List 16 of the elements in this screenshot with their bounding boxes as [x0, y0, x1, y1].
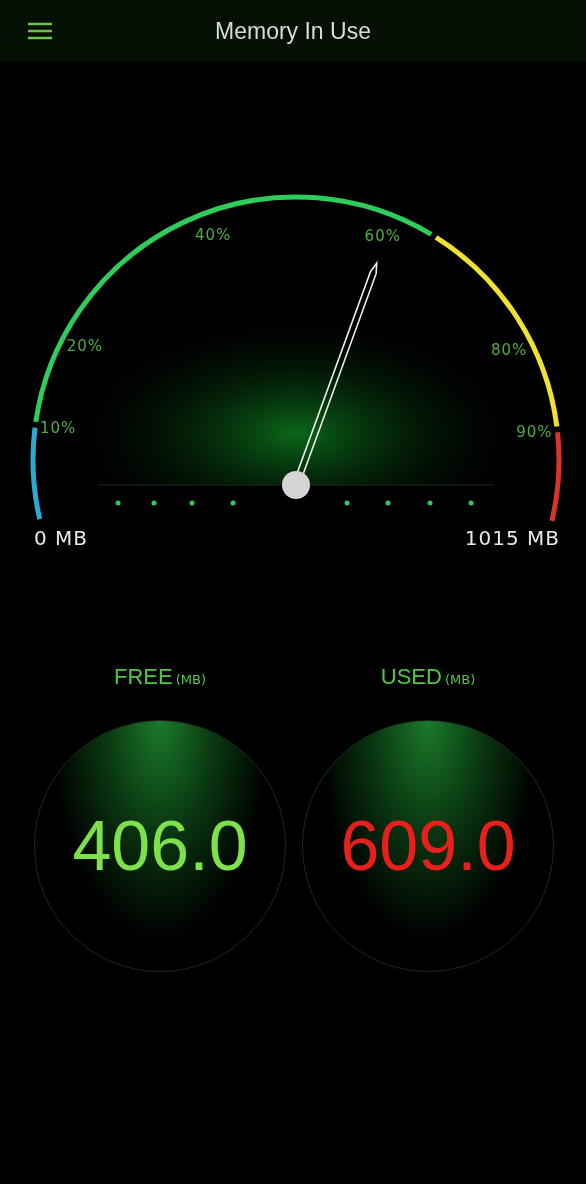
- stat-label: FREE: [114, 664, 173, 690]
- stat-value: 406.0: [72, 806, 248, 886]
- scale-label: 10%: [40, 418, 77, 437]
- scale-label: 60%: [364, 227, 401, 246]
- stat-label: USED: [380, 664, 442, 690]
- menu-icon[interactable]: [27, 22, 53, 40]
- stat-value: 609.0: [340, 806, 516, 886]
- unit-label: (MB): [175, 672, 206, 687]
- scale-label: 20%: [66, 336, 104, 355]
- screen-title: Memory In Use: [215, 17, 371, 45]
- scale-label: 40%: [194, 225, 232, 244]
- unit-label: (MB): [444, 672, 476, 687]
- scale-label: 80%: [490, 340, 528, 359]
- scale-label: 90%: [516, 423, 553, 441]
- max-label: 1015 MB: [464, 526, 560, 550]
- min-label: 0 MB: [34, 526, 89, 550]
